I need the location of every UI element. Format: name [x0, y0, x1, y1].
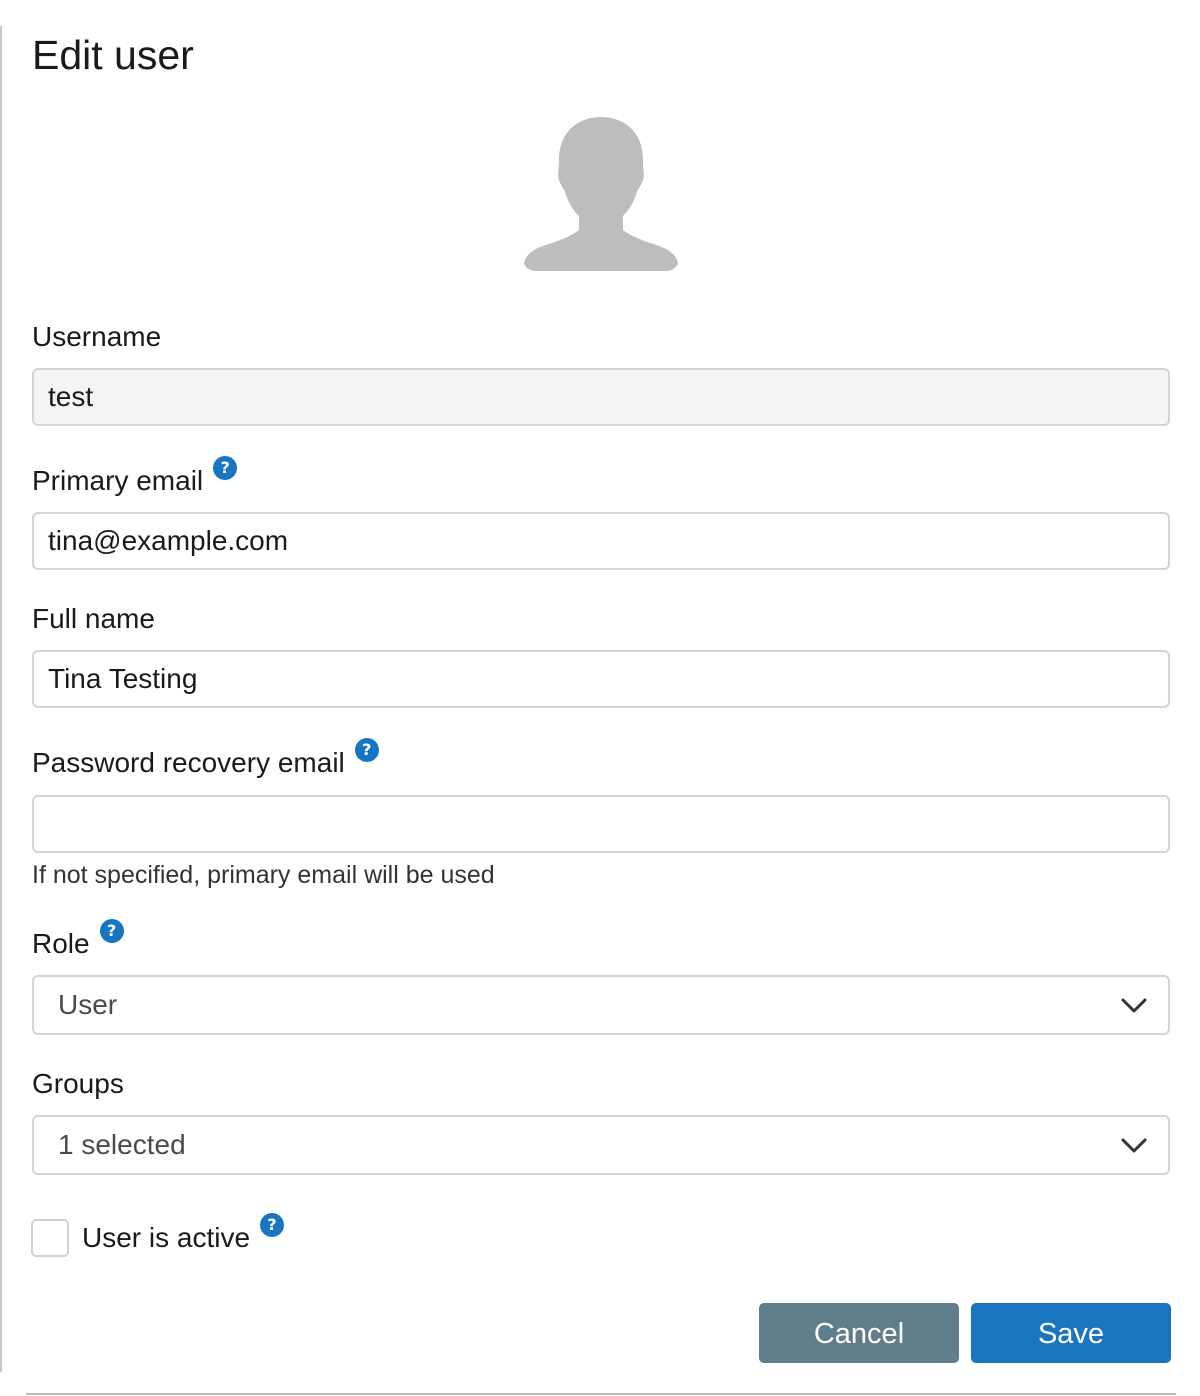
cancel-button[interactable]: Cancel: [759, 1303, 959, 1363]
primary-email-field[interactable]: [32, 512, 1170, 570]
dialog-left-border: [0, 26, 2, 1372]
help-icon[interactable]: ?: [354, 738, 379, 762]
username-label: Username: [32, 320, 161, 354]
full-name-label-text: Full name: [32, 603, 155, 634]
recovery-email-field[interactable]: [32, 795, 1170, 853]
dialog-title: Edit user: [32, 32, 194, 78]
username-field[interactable]: [32, 368, 1170, 426]
role-label-text: Role: [32, 928, 90, 959]
user-silhouette-icon: [524, 117, 678, 271]
groups-select-value: 1 selected: [58, 1129, 186, 1160]
help-icon[interactable]: ?: [213, 456, 238, 480]
user-active-checkbox[interactable]: [31, 1219, 69, 1257]
recovery-email-label: Password recovery email ?: [32, 738, 379, 780]
recovery-email-hint: If not specified, primary email will be …: [32, 861, 495, 889]
avatar: [521, 114, 681, 272]
role-label: Role ?: [32, 919, 124, 961]
full-name-field[interactable]: [32, 650, 1170, 708]
primary-email-label: Primary email ?: [32, 456, 238, 498]
role-select[interactable]: User: [32, 975, 1170, 1035]
full-name-label: Full name: [32, 602, 155, 636]
dialog-bottom-border: [26, 1393, 1176, 1395]
user-active-label[interactable]: User is active ?: [82, 1213, 285, 1255]
save-button[interactable]: Save: [971, 1303, 1171, 1363]
groups-label: Groups: [32, 1067, 124, 1101]
groups-label-text: Groups: [32, 1068, 124, 1099]
recovery-email-label-text: Password recovery email: [32, 747, 345, 778]
help-icon[interactable]: ?: [260, 1213, 285, 1237]
primary-email-label-text: Primary email: [32, 465, 204, 496]
chevron-down-icon: [1121, 1138, 1147, 1153]
chevron-down-icon: [1121, 998, 1147, 1013]
role-select-value: User: [58, 989, 118, 1020]
groups-select[interactable]: 1 selected: [32, 1115, 1170, 1175]
help-icon[interactable]: ?: [99, 919, 124, 943]
user-active-label-text: User is active: [82, 1222, 251, 1253]
username-label-text: Username: [32, 321, 162, 352]
